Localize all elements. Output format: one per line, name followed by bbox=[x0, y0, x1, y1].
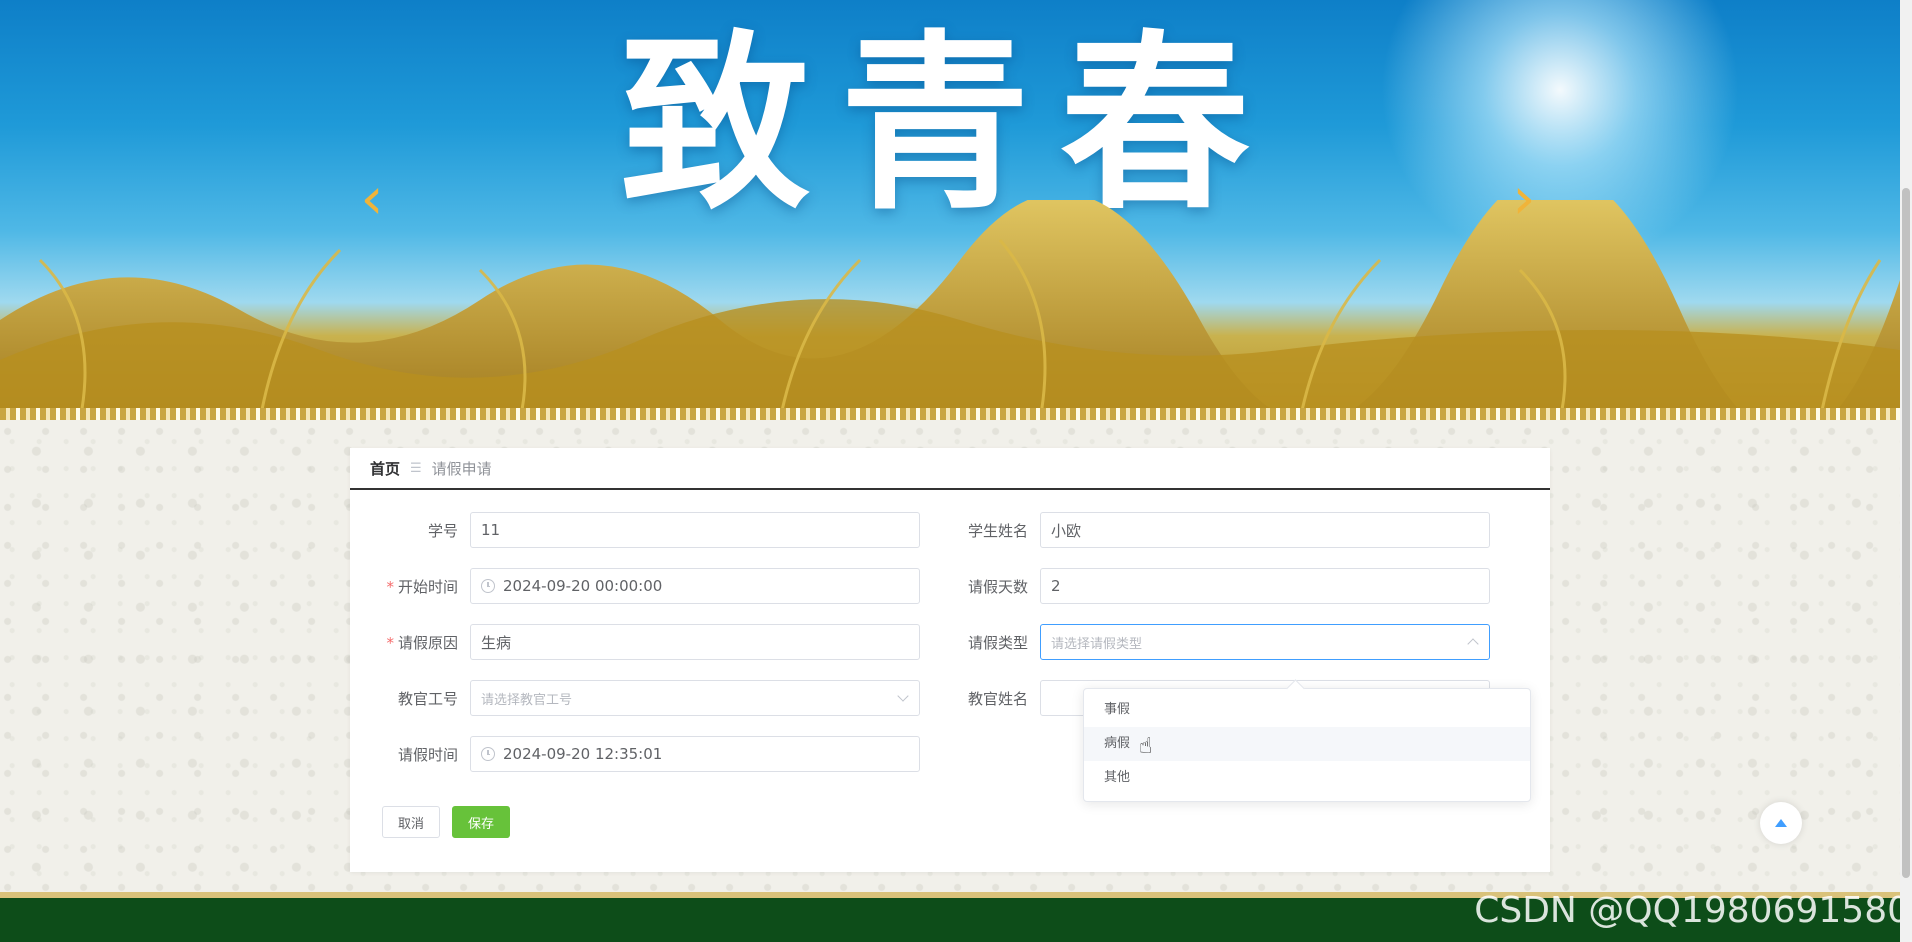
scrollbar-thumb[interactable] bbox=[1902, 188, 1910, 878]
leave-time-value: 2024-09-20 12:35:01 bbox=[503, 745, 663, 763]
chevron-down-icon bbox=[897, 690, 909, 702]
instructor-id-placeholder: 请选择教官工号 bbox=[481, 692, 573, 708]
leave-reason-input[interactable]: 生病 bbox=[470, 624, 920, 660]
leave-type-placeholder: 请选择请假类型 bbox=[1051, 636, 1143, 652]
leave-reason-field: * 请假原因 生病 bbox=[350, 622, 920, 662]
wheat-field-image bbox=[0, 170, 1900, 420]
leave-days-value: 2 bbox=[1051, 577, 1061, 595]
student-id-input[interactable]: 11 bbox=[470, 512, 920, 548]
breadcrumb: 首页 ☰ 请假申请 bbox=[350, 448, 1550, 490]
leave-type-select[interactable]: 请选择请假类型 bbox=[1040, 624, 1490, 660]
start-time-label: * 开始时间 bbox=[386, 577, 458, 596]
hero-banner: 致 青 春 bbox=[0, 0, 1900, 420]
breadcrumb-home[interactable]: 首页 bbox=[370, 458, 400, 479]
student-id-value: 11 bbox=[481, 521, 501, 539]
chevron-right-icon: › bbox=[1512, 164, 1536, 232]
student-name-field: 学生姓名 小欧 bbox=[920, 510, 1490, 550]
chevron-up-icon bbox=[1467, 638, 1479, 650]
csdn-watermark: CSDN @QQ1980691580 bbox=[1474, 890, 1910, 931]
back-to-top-button[interactable] bbox=[1760, 802, 1802, 844]
leave-reason-value: 生病 bbox=[481, 633, 512, 652]
required-mark: * bbox=[386, 577, 394, 596]
leave-reason-label: * 请假原因 bbox=[386, 633, 458, 652]
save-button[interactable]: 保存 bbox=[452, 806, 511, 838]
carousel-prev-button[interactable]: ‹ bbox=[354, 169, 390, 227]
banner-border-strip bbox=[0, 408, 1900, 420]
student-id-label: 学号 bbox=[427, 521, 458, 540]
leave-type-option[interactable]: 病假 bbox=[1084, 727, 1530, 761]
instructor-id-field: 教官工号 请选择教官工号 bbox=[350, 678, 920, 718]
student-name-value: 小欧 bbox=[1051, 521, 1082, 540]
form-actions: 取消 保存 bbox=[382, 806, 511, 838]
instructor-id-label: 教官工号 bbox=[397, 689, 458, 708]
leave-application-card: 首页 ☰ 请假申请 学号 11 学生姓名 小欧 * 开始时间 2024-09-2… bbox=[350, 448, 1550, 872]
arrow-up-icon bbox=[1775, 819, 1787, 827]
cancel-button[interactable]: 取消 bbox=[382, 806, 441, 838]
leave-days-field: 请假天数 2 bbox=[920, 566, 1490, 606]
leave-days-label: 请假天数 bbox=[967, 577, 1028, 596]
student-name-input[interactable]: 小欧 bbox=[1040, 512, 1490, 548]
leave-type-label: 请假类型 bbox=[967, 633, 1028, 652]
student-name-label: 学生姓名 bbox=[967, 521, 1028, 540]
form-row: * 请假原因 生病 请假类型 请选择请假类型 bbox=[350, 622, 1550, 662]
carousel-next-button[interactable]: › bbox=[1506, 169, 1542, 227]
clock-icon bbox=[481, 747, 495, 761]
leave-time-picker[interactable]: 2024-09-20 12:35:01 bbox=[470, 736, 920, 772]
start-time-picker[interactable]: 2024-09-20 00:00:00 bbox=[470, 568, 920, 604]
leave-type-option[interactable]: 事假 bbox=[1084, 693, 1530, 727]
leave-type-dropdown: 事假 病假 其他 bbox=[1083, 688, 1531, 802]
leave-type-option[interactable]: 其他 bbox=[1084, 761, 1530, 795]
leave-time-field: 请假时间 2024-09-20 12:35:01 bbox=[350, 734, 920, 774]
start-time-value: 2024-09-20 00:00:00 bbox=[503, 577, 663, 595]
leave-type-field: 请假类型 请选择请假类型 bbox=[920, 622, 1490, 662]
form-row: * 开始时间 2024-09-20 00:00:00 请假天数 2 bbox=[350, 566, 1550, 606]
form-row: 学号 11 学生姓名 小欧 bbox=[350, 510, 1550, 550]
chevron-left-icon: ‹ bbox=[360, 164, 384, 232]
clock-icon bbox=[481, 579, 495, 593]
page-scrollbar[interactable] bbox=[1900, 0, 1912, 942]
instructor-id-select[interactable]: 请选择教官工号 bbox=[470, 680, 920, 716]
leave-time-label: 请假时间 bbox=[397, 745, 458, 764]
student-id-field: 学号 11 bbox=[350, 510, 920, 550]
required-mark: * bbox=[386, 633, 394, 652]
breadcrumb-separator-icon: ☰ bbox=[410, 460, 422, 476]
leave-days-input[interactable]: 2 bbox=[1040, 568, 1490, 604]
instructor-name-label: 教官姓名 bbox=[967, 689, 1028, 708]
start-time-field: * 开始时间 2024-09-20 00:00:00 bbox=[350, 566, 920, 606]
breadcrumb-current: 请假申请 bbox=[431, 459, 492, 478]
